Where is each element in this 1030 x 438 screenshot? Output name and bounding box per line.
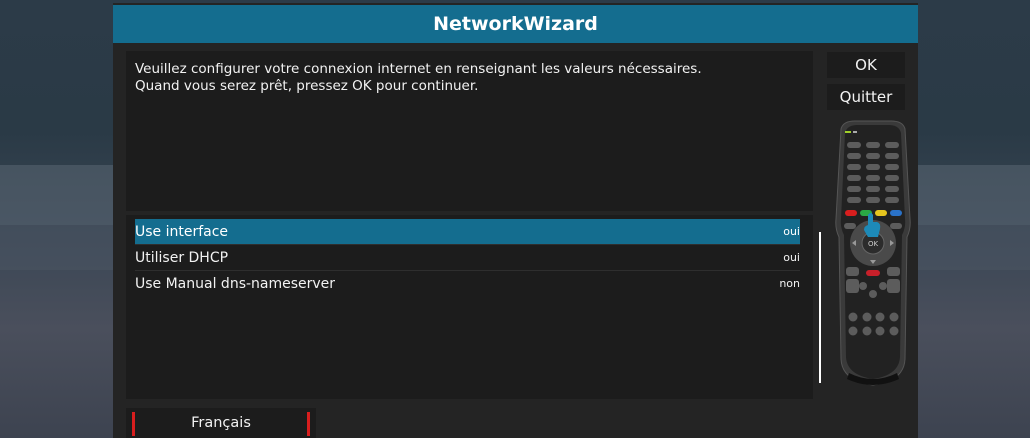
- setting-row-use-interface[interactable]: Use interface oui: [135, 219, 800, 244]
- quit-button[interactable]: Quitter: [827, 84, 905, 110]
- setting-value: oui: [783, 251, 800, 264]
- window-title: NetworkWizard: [113, 5, 918, 43]
- setting-row-manual-dns[interactable]: Use Manual dns-nameserver non: [135, 271, 800, 296]
- setting-label: Use interface: [135, 223, 229, 240]
- list-scrollbar[interactable]: [819, 232, 821, 383]
- description-line-1: Veuillez configurer votre connexion inte…: [135, 61, 702, 77]
- setting-value: non: [779, 277, 800, 290]
- red-marker: [307, 412, 310, 436]
- remote-ok-key-label: OK: [868, 240, 879, 248]
- settings-list: Use interface oui Utiliser DHCP oui Use …: [126, 215, 821, 399]
- language-label: Français: [191, 415, 251, 431]
- setting-value: oui: [783, 225, 800, 238]
- red-marker: [132, 412, 135, 436]
- network-wizard-window: NetworkWizard Veuillez configurer votre …: [113, 3, 918, 438]
- setting-label: Use Manual dns-nameserver: [135, 275, 336, 292]
- language-button[interactable]: Français: [126, 408, 316, 438]
- remote-control-icon: OK: [835, 119, 911, 397]
- ok-button[interactable]: OK: [827, 52, 905, 78]
- description-line-2: Quand vous serez prêt, pressez OK pour c…: [135, 78, 479, 94]
- description-panel: Veuillez configurer votre connexion inte…: [126, 51, 813, 211]
- setting-label: Utiliser DHCP: [135, 249, 229, 266]
- setting-row-utiliser-dhcp[interactable]: Utiliser DHCP oui: [135, 245, 800, 270]
